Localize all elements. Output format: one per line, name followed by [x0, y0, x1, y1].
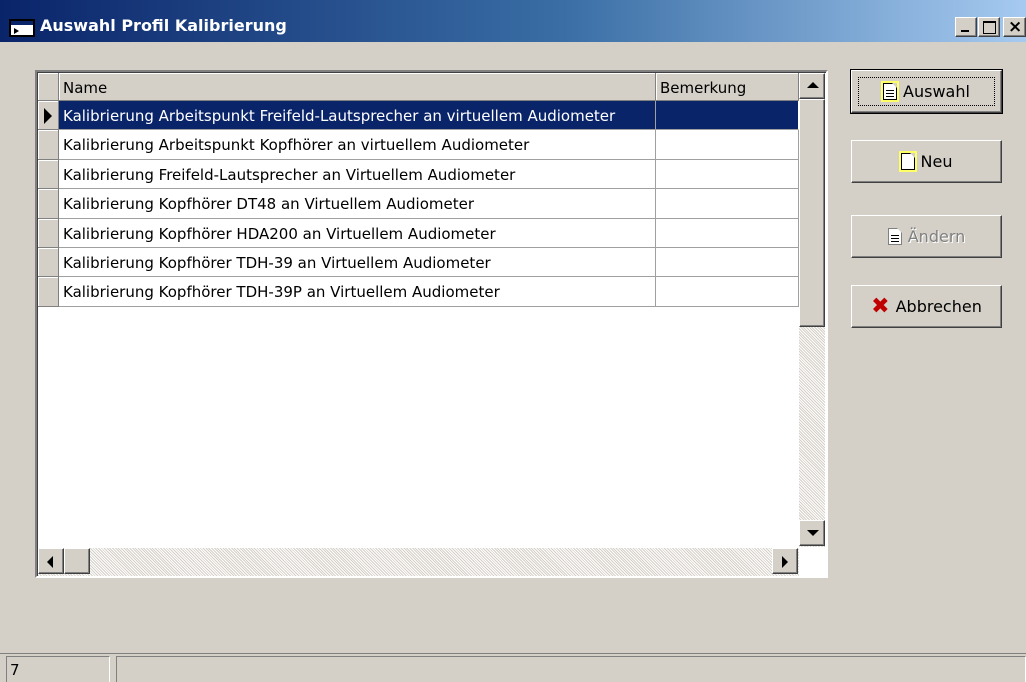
aendern-label: Ändern	[907, 227, 966, 246]
minimize-button[interactable]	[955, 17, 977, 37]
cell-name[interactable]: Kalibrierung Arbeitspunkt Freifeld-Lauts…	[59, 101, 656, 131]
row-indicator[interactable]	[38, 218, 59, 248]
current-row-indicator-icon[interactable]	[38, 101, 59, 131]
table-row[interactable]: Kalibrierung Kopfhörer HDA200 an Virtuel…	[38, 218, 799, 248]
table-row[interactable]: Kalibrierung Kopfhörer TDH-39 an Virtuel…	[38, 247, 799, 278]
title-bar[interactable]: Auswahl Profil Kalibrierung ×	[0, 0, 1026, 42]
status-record-count: 7	[6, 656, 110, 682]
vertical-scroll-thumb[interactable]	[799, 99, 825, 327]
cell-remark[interactable]	[656, 130, 799, 160]
row-indicator[interactable]	[38, 130, 59, 160]
document-lined-icon	[883, 83, 898, 100]
table-row[interactable]: Kalibrierung Freifeld-Lautsprecher an Vi…	[38, 159, 799, 190]
cell-name[interactable]: Kalibrierung Kopfhörer TDH-39 an Virtuel…	[59, 247, 656, 278]
new-document-icon	[900, 153, 915, 170]
scroll-down-arrow-icon[interactable]	[799, 520, 825, 546]
close-icon: ×	[1008, 17, 1023, 37]
cell-remark[interactable]	[656, 189, 799, 219]
status-bar-divider	[0, 653, 1026, 654]
row-indicator[interactable]	[38, 159, 59, 190]
app-window-icon[interactable]	[9, 19, 35, 37]
cell-remark[interactable]	[656, 159, 799, 190]
close-button[interactable]: ×	[1003, 17, 1026, 37]
cell-name[interactable]: Kalibrierung Kopfhörer DT48 an Virtuelle…	[59, 189, 656, 219]
edit-document-icon	[887, 228, 902, 245]
scroll-left-arrow-icon[interactable]	[38, 548, 64, 574]
grid-header: Name Bemerkung	[38, 73, 799, 101]
row-indicator[interactable]	[38, 277, 59, 307]
profile-grid[interactable]: Name Bemerkung Kalibrierung Arbeitspunkt…	[35, 70, 828, 578]
cell-remark[interactable]	[656, 247, 799, 278]
horizontal-scrollbar[interactable]	[38, 548, 799, 576]
horizontal-scroll-thumb[interactable]	[64, 548, 90, 574]
cell-name[interactable]: Kalibrierung Freifeld-Lautsprecher an Vi…	[59, 159, 656, 190]
vertical-scrollbar[interactable]	[799, 73, 825, 547]
column-header-name[interactable]: Name	[59, 73, 656, 101]
grid-body: Kalibrierung Arbeitspunkt Freifeld-Lauts…	[38, 101, 799, 307]
table-row[interactable]: Kalibrierung Arbeitspunkt Freifeld-Lauts…	[38, 101, 799, 131]
scroll-up-arrow-icon[interactable]	[799, 73, 825, 99]
abbrechen-button[interactable]: ✖ Abbrechen	[851, 285, 1002, 328]
maximize-button[interactable]	[978, 17, 1000, 37]
status-message	[116, 656, 1026, 682]
row-indicator[interactable]	[38, 247, 59, 278]
table-row[interactable]: Kalibrierung Kopfhörer TDH-39P an Virtue…	[38, 277, 799, 307]
auswahl-label: Auswahl	[903, 82, 970, 101]
column-header-remark[interactable]: Bemerkung	[656, 73, 799, 101]
red-x-icon: ✖	[871, 293, 890, 319]
cell-remark[interactable]	[656, 277, 799, 307]
neu-label: Neu	[920, 152, 953, 171]
scroll-right-arrow-icon[interactable]	[772, 548, 798, 574]
table-row[interactable]: Kalibrierung Kopfhörer DT48 an Virtuelle…	[38, 189, 799, 219]
abbrechen-label: Abbrechen	[895, 297, 982, 316]
table-row[interactable]: Kalibrierung Arbeitspunkt Kopfhörer an v…	[38, 130, 799, 160]
cell-remark[interactable]	[656, 101, 799, 131]
neu-button[interactable]: Neu	[851, 140, 1002, 183]
row-indicator-header	[38, 73, 59, 101]
cell-remark[interactable]	[656, 218, 799, 248]
window-title: Auswahl Profil Kalibrierung	[40, 16, 287, 35]
cell-name[interactable]: Kalibrierung Kopfhörer HDA200 an Virtuel…	[59, 218, 656, 248]
row-indicator[interactable]	[38, 189, 59, 219]
cell-name[interactable]: Kalibrierung Kopfhörer TDH-39P an Virtue…	[59, 277, 656, 307]
aendern-button[interactable]: Ändern	[851, 215, 1002, 258]
cell-name[interactable]: Kalibrierung Arbeitspunkt Kopfhörer an v…	[59, 130, 656, 160]
auswahl-button[interactable]: Auswahl	[850, 69, 1003, 114]
